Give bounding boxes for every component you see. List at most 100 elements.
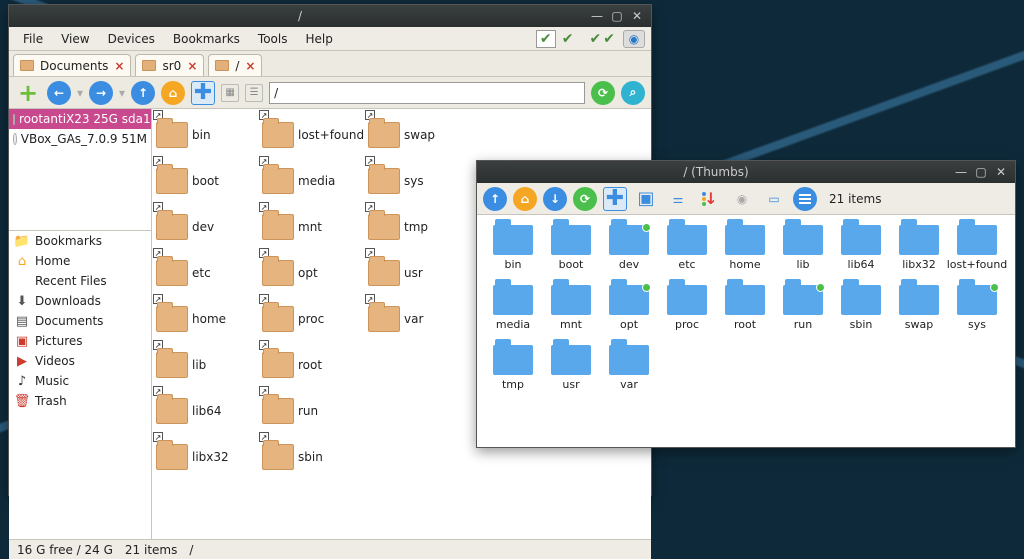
check-icon[interactable]: ✔	[603, 31, 615, 47]
minimize-button[interactable]: —	[589, 9, 605, 23]
folder-lib64[interactable]: lib64	[833, 225, 889, 283]
place-home[interactable]: ⌂Home	[9, 251, 151, 271]
maximize-button[interactable]: ▢	[609, 9, 625, 23]
options-button[interactable]: ⚌	[665, 186, 691, 212]
titlebar[interactable]: / — ▢ ✕	[9, 5, 651, 27]
forward-button[interactable]: →	[89, 81, 113, 105]
folder-lib[interactable]: lib	[775, 225, 831, 283]
folder-proc[interactable]: proc	[659, 285, 715, 343]
folder-run[interactable]: ↗run	[262, 389, 362, 433]
select-all-button[interactable]: ▣	[633, 186, 659, 212]
folder-mnt[interactable]: mnt	[543, 285, 599, 343]
home-button[interactable]: ⌂	[161, 81, 185, 105]
menu-help[interactable]: Help	[297, 29, 340, 49]
place-downloads[interactable]: ⬇Downloads	[9, 291, 151, 311]
close-tab-icon[interactable]: ×	[187, 59, 197, 73]
close-button[interactable]: ✕	[629, 9, 645, 23]
place-pictures[interactable]: ▣Pictures	[9, 331, 151, 351]
folder-etc[interactable]: ↗etc	[156, 251, 256, 295]
folder-bin[interactable]: bin	[485, 225, 541, 283]
tab-root[interactable]: /×	[208, 54, 262, 76]
folder-tmp[interactable]: tmp	[485, 345, 541, 403]
path-input[interactable]: /	[269, 82, 585, 104]
folder-root[interactable]: ↗root	[262, 343, 362, 387]
tab-sr0[interactable]: sr0×	[135, 54, 204, 76]
folder-opt[interactable]: opt	[601, 285, 657, 343]
place-trash[interactable]: 🗑Trash	[9, 391, 151, 411]
new-tab-button[interactable]: +	[15, 80, 41, 106]
view-icons-button[interactable]: ▦	[221, 84, 239, 102]
folder-dev[interactable]: ↗dev	[156, 205, 256, 249]
folder-proc[interactable]: ↗proc	[262, 297, 362, 341]
place-music[interactable]: ♪Music	[9, 371, 151, 391]
tab-documents[interactable]: Documents×	[13, 54, 131, 76]
refresh-button[interactable]: ⟳	[573, 187, 597, 211]
menu-view[interactable]: View	[53, 29, 97, 49]
place-videos[interactable]: ▶Videos	[9, 351, 151, 371]
close-tab-icon[interactable]: ×	[245, 59, 255, 73]
device-root[interactable]: rootantiX23 25G sda1	[9, 109, 151, 129]
check-icon[interactable]: ✔	[562, 31, 574, 47]
slideshow-button[interactable]: ▭	[761, 186, 787, 212]
menu-file[interactable]: File	[15, 29, 51, 49]
check-icon[interactable]: ✔	[590, 31, 602, 47]
folder-var[interactable]: ↗var	[368, 297, 468, 341]
folder-lost+found[interactable]: ↗lost+found	[262, 113, 362, 157]
minimize-button[interactable]: —	[953, 165, 969, 179]
folder-dev[interactable]: dev	[601, 225, 657, 283]
device-vbox[interactable]: VBox_GAs_7.0.9 51M	[9, 129, 151, 149]
folder-sys[interactable]: ↗sys	[368, 159, 468, 203]
folder-media[interactable]: media	[485, 285, 541, 343]
refresh-button[interactable]: ⟳	[591, 81, 615, 105]
app-icon[interactable]: ◉	[623, 30, 645, 48]
task-checkbox[interactable]: ✔	[536, 30, 556, 48]
maximize-button[interactable]: ▢	[973, 165, 989, 179]
menu-devices[interactable]: Devices	[100, 29, 163, 49]
folder-run[interactable]: run	[775, 285, 831, 343]
menu-tools[interactable]: Tools	[250, 29, 296, 49]
menu-button[interactable]	[793, 187, 817, 211]
folder-usr[interactable]: ↗usr	[368, 251, 468, 295]
file-pane[interactable]: binbootdevetchomeliblib64libx32lost+foun…	[477, 215, 1015, 447]
down-button[interactable]: ↓	[543, 187, 567, 211]
folder-lib64[interactable]: ↗lib64	[156, 389, 256, 433]
add-button[interactable]: ✚	[191, 81, 215, 105]
back-button[interactable]: ←	[47, 81, 71, 105]
place-recent-files[interactable]: Recent Files	[9, 271, 151, 291]
folder-sys[interactable]: sys	[949, 285, 1005, 343]
search-button[interactable]: ⌕	[621, 81, 645, 105]
visibility-button[interactable]: ◉	[729, 186, 755, 212]
folder-boot[interactable]: boot	[543, 225, 599, 283]
folder-lost+found[interactable]: lost+found	[949, 225, 1005, 283]
home-button[interactable]: ⌂	[513, 187, 537, 211]
folder-opt[interactable]: ↗opt	[262, 251, 362, 295]
folder-swap[interactable]: ↗swap	[368, 113, 468, 157]
sort-button[interactable]: ↓	[697, 186, 723, 212]
up-button[interactable]: ↑	[483, 187, 507, 211]
folder-home[interactable]: home	[717, 225, 773, 283]
folder-root[interactable]: root	[717, 285, 773, 343]
close-button[interactable]: ✕	[993, 165, 1009, 179]
place-bookmarks[interactable]: 📁Bookmarks	[9, 231, 151, 251]
folder-home[interactable]: ↗home	[156, 297, 256, 341]
folder-bin[interactable]: ↗bin	[156, 113, 256, 157]
folder-libx32[interactable]: ↗libx32	[156, 435, 256, 479]
folder-lib[interactable]: ↗lib	[156, 343, 256, 387]
add-button[interactable]: ✚	[603, 187, 627, 211]
folder-var[interactable]: var	[601, 345, 657, 403]
place-documents[interactable]: ▤Documents	[9, 311, 151, 331]
folder-swap[interactable]: swap	[891, 285, 947, 343]
folder-usr[interactable]: usr	[543, 345, 599, 403]
folder-sbin[interactable]: ↗sbin	[262, 435, 362, 479]
folder-media[interactable]: ↗media	[262, 159, 362, 203]
close-tab-icon[interactable]: ×	[114, 59, 124, 73]
folder-boot[interactable]: ↗boot	[156, 159, 256, 203]
folder-sbin[interactable]: sbin	[833, 285, 889, 343]
up-button[interactable]: ↑	[131, 81, 155, 105]
folder-mnt[interactable]: ↗mnt	[262, 205, 362, 249]
view-list-button[interactable]: ☰	[245, 84, 263, 102]
menu-bookmarks[interactable]: Bookmarks	[165, 29, 248, 49]
folder-tmp[interactable]: ↗tmp	[368, 205, 468, 249]
titlebar[interactable]: / (Thumbs) — ▢ ✕	[477, 161, 1015, 183]
folder-etc[interactable]: etc	[659, 225, 715, 283]
